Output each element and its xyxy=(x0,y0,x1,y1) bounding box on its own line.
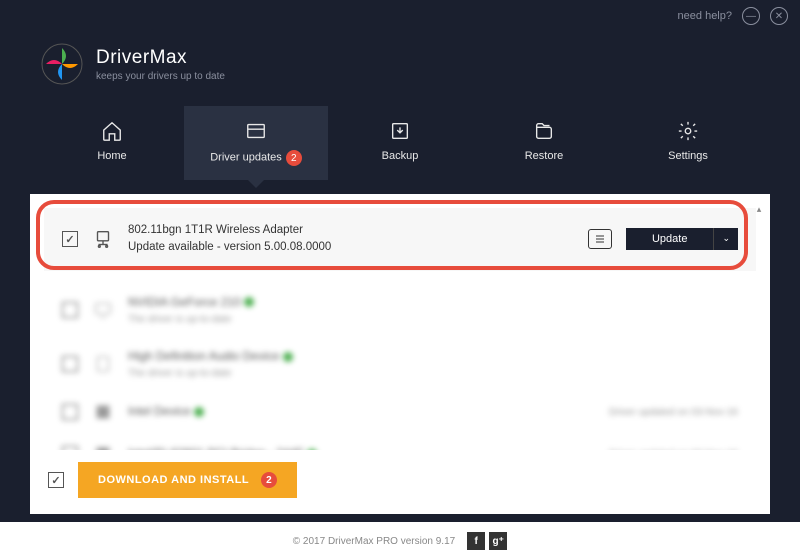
network-adapter-icon xyxy=(92,228,114,250)
brand-text: DriverMax keeps your drivers up to date xyxy=(96,47,225,82)
backup-icon xyxy=(389,120,411,142)
driver-checkbox[interactable] xyxy=(62,404,78,420)
help-link[interactable]: need help? xyxy=(678,10,732,22)
facebook-icon[interactable]: f xyxy=(467,532,485,550)
driver-checkbox[interactable] xyxy=(62,356,78,372)
app-title: DriverMax xyxy=(96,47,225,69)
minimize-button[interactable]: — xyxy=(742,7,760,25)
copyright-text: © 2017 DriverMax PRO version 9.17 xyxy=(293,536,455,547)
download-install-button[interactable]: DOWNLOAD AND INSTALL 2 xyxy=(78,462,297,498)
settings-icon xyxy=(677,120,699,142)
device-icon xyxy=(92,401,114,423)
details-button[interactable] xyxy=(588,229,612,249)
nav-settings[interactable]: Settings xyxy=(616,106,760,180)
update-button-group: Update ⌄ xyxy=(626,228,738,250)
nav-backup[interactable]: Backup xyxy=(328,106,472,180)
driver-row: Intel Device Driver updated on 03-Nov-16 xyxy=(44,391,756,433)
app-subtitle: keeps your drivers up to date xyxy=(96,71,225,82)
window-titlebar: need help? — ✕ xyxy=(0,0,800,32)
driver-row: NVIDIA GeForce 210 The driver is up-to-d… xyxy=(44,283,756,337)
driver-row: High Definition Audio Device The driver … xyxy=(44,337,756,391)
main-nav: Home Driver updates2 Backup Restore Sett… xyxy=(0,106,800,180)
bottom-action-bar: DOWNLOAD AND INSTALL 2 xyxy=(30,450,770,510)
driver-checkbox[interactable] xyxy=(62,302,78,318)
updates-badge: 2 xyxy=(286,150,302,166)
footer: © 2017 DriverMax PRO version 9.17 f g⁺ xyxy=(0,522,800,560)
nav-home[interactable]: Home xyxy=(40,106,184,180)
driver-row-featured: 802.11bgn 1T1R Wireless Adapter Update a… xyxy=(44,208,756,271)
driver-name: 802.11bgn 1T1R Wireless Adapter xyxy=(128,222,574,239)
scroll-up-icon[interactable]: ▴ xyxy=(752,204,766,216)
driver-info: 802.11bgn 1T1R Wireless Adapter Update a… xyxy=(128,222,574,257)
driver-status: Update available - version 5.00.08.0000 xyxy=(128,239,574,256)
social-links: f g⁺ xyxy=(467,532,507,550)
update-dropdown[interactable]: ⌄ xyxy=(713,228,738,250)
googleplus-icon[interactable]: g⁺ xyxy=(489,532,507,550)
select-all-checkbox[interactable] xyxy=(48,472,64,488)
audio-icon xyxy=(92,353,114,375)
driver-checkbox[interactable] xyxy=(62,231,78,247)
home-icon xyxy=(101,120,123,142)
monitor-icon xyxy=(92,299,114,321)
app-header: DriverMax keeps your drivers up to date xyxy=(0,32,800,106)
close-button[interactable]: ✕ xyxy=(770,7,788,25)
logo-icon xyxy=(40,42,84,86)
nav-driver-updates[interactable]: Driver updates2 xyxy=(184,106,328,180)
download-badge: 2 xyxy=(261,472,277,488)
restore-icon xyxy=(533,120,555,142)
updates-icon xyxy=(245,120,267,142)
nav-restore[interactable]: Restore xyxy=(472,106,616,180)
update-button[interactable]: Update xyxy=(626,228,713,250)
